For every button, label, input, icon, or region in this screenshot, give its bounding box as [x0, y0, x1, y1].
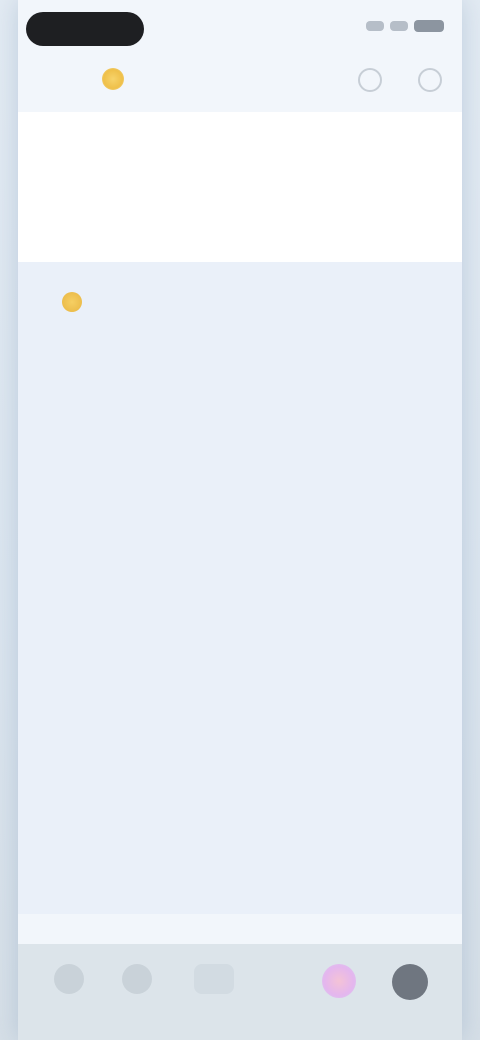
bottom-toolbar — [18, 944, 462, 1040]
phone-screen — [18, 0, 462, 1040]
heading-mark-icon — [62, 292, 82, 312]
status-icons — [366, 20, 444, 32]
signal-icon — [366, 21, 384, 31]
hero-area — [18, 112, 462, 262]
share-icon[interactable] — [194, 964, 234, 994]
article-heading — [54, 292, 422, 312]
back-arrow-icon[interactable] — [54, 964, 84, 994]
ai-assistant-icon[interactable] — [322, 964, 356, 998]
top-app-bar — [18, 56, 462, 112]
status-bar — [18, 0, 462, 56]
account-icon[interactable] — [418, 68, 442, 92]
settings-icon[interactable] — [358, 68, 382, 92]
tabs-icon[interactable] — [392, 964, 428, 1000]
battery-icon — [414, 20, 444, 32]
app-logo[interactable] — [96, 66, 124, 92]
camera-notch — [26, 12, 144, 46]
forward-arrow-icon[interactable] — [122, 964, 152, 994]
logo-mark-icon — [102, 68, 124, 90]
article-content — [18, 262, 462, 914]
wifi-icon — [390, 21, 408, 31]
